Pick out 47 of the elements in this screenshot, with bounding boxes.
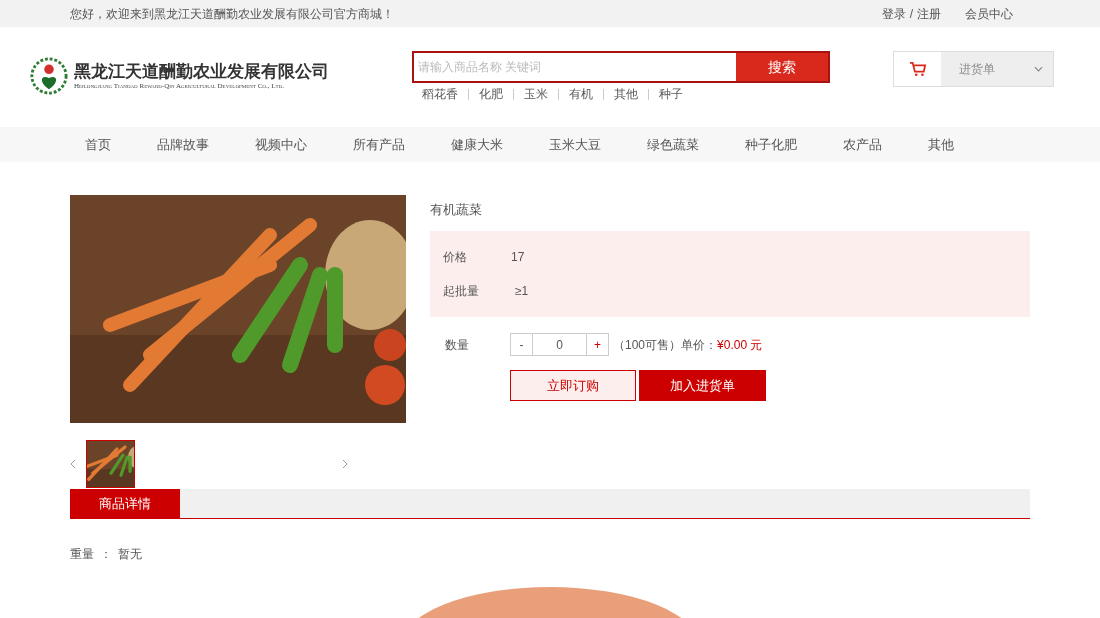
buy-now-button[interactable]: 立即订购 xyxy=(510,370,636,401)
register-link[interactable]: 注册 xyxy=(917,4,941,23)
unit-price-value: ¥0.00 元 xyxy=(717,336,763,354)
nav-link[interactable]: 所有产品 xyxy=(353,134,405,155)
thumbnail[interactable] xyxy=(86,440,135,488)
logo-icon xyxy=(30,57,68,95)
stock-text: （100可售） xyxy=(613,336,682,354)
hot-keyword-link[interactable]: 化肥 xyxy=(479,85,503,103)
detail-tab[interactable]: 商品详情 xyxy=(70,489,180,518)
hot-keyword-link[interactable]: 其他 xyxy=(614,85,638,103)
weight-value: 暂无 xyxy=(118,546,142,563)
hot-keyword-link[interactable]: 种子 xyxy=(659,85,683,103)
colon-text: ： xyxy=(100,546,112,563)
login-link[interactable]: 登录 xyxy=(881,4,906,23)
nav-link[interactable]: 种子化肥 xyxy=(745,134,797,155)
unit-price-label: 单价： xyxy=(681,336,718,354)
price-value: 17 xyxy=(511,249,525,266)
nav-link[interactable]: 玉米大豆 xyxy=(549,134,601,155)
decrease-button[interactable]: - xyxy=(510,333,533,356)
company-name: 黑龙江天道酬勤农业发展有限公司 xyxy=(74,61,329,81)
quantity-label: 数量 xyxy=(445,336,470,354)
increase-button[interactable]: + xyxy=(586,333,609,356)
welcome-text: 您好，欢迎来到黑龙江天道酬勤农业发展有限公司官方商城！ xyxy=(70,5,394,23)
separator-text: / xyxy=(909,5,913,23)
min-order-value: ≥1 xyxy=(515,283,529,300)
nav-link[interactable]: 品牌故事 xyxy=(157,134,209,155)
quantity-field[interactable]: 0 xyxy=(533,333,586,356)
nav-link[interactable]: 首页 xyxy=(85,134,111,155)
nav-link[interactable]: 健康大米 xyxy=(451,134,503,155)
hot-keyword-link[interactable]: 稻花香 xyxy=(422,85,458,103)
hot-keyword-link[interactable]: 有机 xyxy=(569,85,593,103)
search-button[interactable]: 搜索 xyxy=(736,53,828,81)
member-center-link[interactable]: 会员中心 xyxy=(965,4,1013,23)
add-to-cart-button[interactable]: 加入进货单 xyxy=(639,370,766,401)
product-title: 有机蔬菜 xyxy=(430,201,483,219)
nav-link[interactable]: 视频中心 xyxy=(255,134,307,155)
nav-link[interactable]: 其他 xyxy=(928,134,954,155)
cart-label: 进货单 xyxy=(959,61,995,78)
min-order-label: 起批量 xyxy=(443,283,480,300)
search-field[interactable]: 请输入商品名称 关键词 搜索 xyxy=(412,51,830,83)
nav-link[interactable]: 绿色蔬菜 xyxy=(647,134,699,155)
chevron-down-icon xyxy=(1034,66,1043,72)
price-label: 价格 xyxy=(443,249,468,266)
hot-keyword-link[interactable]: 玉米 xyxy=(524,85,548,103)
weight-label: 重量 xyxy=(70,546,94,563)
cart-icon xyxy=(908,61,927,77)
nav-link[interactable]: 农产品 xyxy=(843,134,882,155)
